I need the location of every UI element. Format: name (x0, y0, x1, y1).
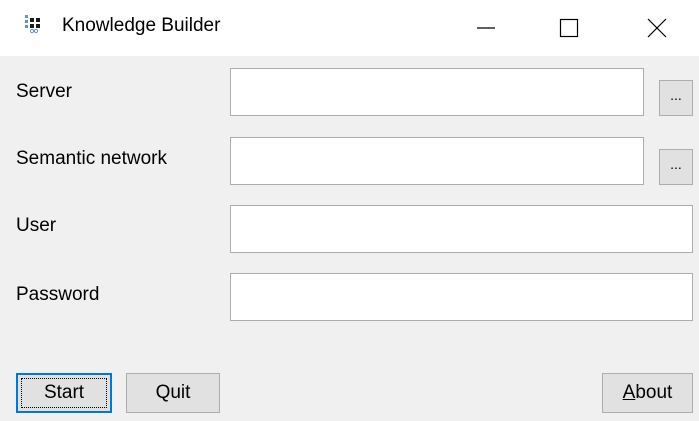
maximize-icon (559, 18, 579, 38)
about-button-label: About (623, 382, 673, 404)
server-input[interactable] (230, 68, 644, 116)
semantic-network-browse-button[interactable]: ... (659, 149, 693, 185)
quit-button-label: Quit (155, 382, 191, 403)
about-mnemonic: A (622, 382, 636, 403)
minimize-icon (477, 27, 495, 29)
knowledge-builder-window: Knowledge Builder Server ... Semantic ne… (0, 0, 699, 421)
server-label: Server (16, 81, 72, 102)
semantic-network-label: Semantic network (16, 148, 168, 169)
semantic-network-input[interactable] (230, 137, 644, 185)
focus-ring (21, 378, 107, 408)
server-browse-button[interactable]: ... (659, 80, 693, 116)
password-label: Password (16, 284, 100, 305)
user-label: User (16, 215, 57, 236)
window-title: Knowledge Builder (62, 15, 221, 36)
title-bar[interactable]: Knowledge Builder (0, 0, 699, 56)
minimize-button[interactable] (463, 0, 509, 56)
app-logo-icon (25, 15, 40, 34)
close-icon (647, 18, 667, 38)
start-button[interactable]: Start (16, 373, 112, 413)
user-input[interactable] (230, 205, 693, 253)
about-button[interactable]: About (602, 373, 693, 413)
quit-button[interactable]: Quit (126, 373, 220, 413)
maximize-button[interactable] (546, 0, 592, 56)
close-button[interactable] (634, 0, 680, 56)
about-label-rest: bout (635, 382, 673, 403)
password-input[interactable] (230, 273, 693, 321)
